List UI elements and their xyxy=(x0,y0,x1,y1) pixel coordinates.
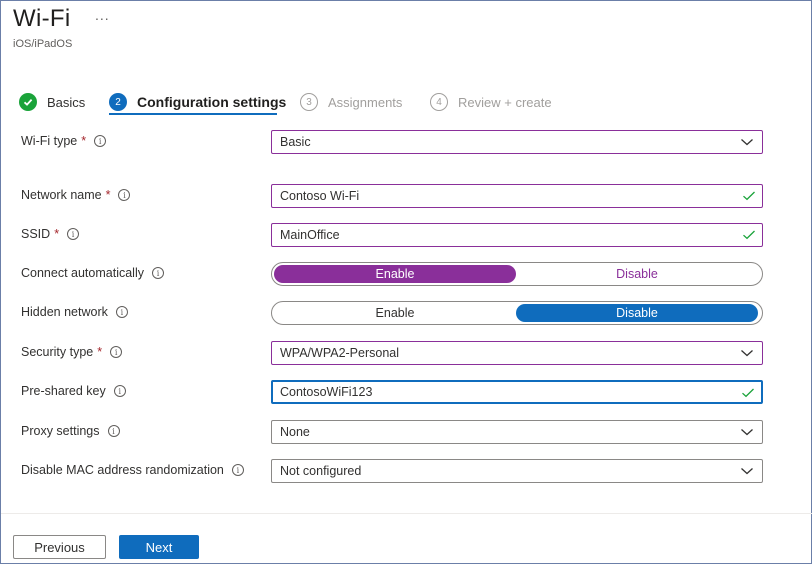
security-type-dropdown[interactable]: WPA/WPA2-Personal xyxy=(271,341,763,365)
ssid-row: SSID * i MainOffice xyxy=(21,223,781,247)
mac-randomization-row: Disable MAC address randomization i Not … xyxy=(21,459,781,483)
wifi-type-label: Wi-Fi type xyxy=(21,134,78,148)
hidden-network-toggle: Enable Disable xyxy=(271,301,763,325)
info-icon[interactable]: i xyxy=(94,135,107,147)
step-label: Assignments xyxy=(328,94,403,110)
info-icon[interactable]: i xyxy=(231,464,244,476)
ssid-label: SSID xyxy=(21,227,51,241)
info-icon[interactable]: i xyxy=(118,189,131,201)
info-icon[interactable]: i xyxy=(115,306,128,318)
mac-randomization-dropdown[interactable]: Not configured xyxy=(271,459,763,483)
valid-check-icon xyxy=(743,191,755,201)
info-icon[interactable]: i xyxy=(151,267,164,279)
enable-option[interactable]: Enable xyxy=(274,304,516,322)
hidden-network-row: Hidden network i Enable Disable xyxy=(21,301,781,325)
step-basics[interactable]: Basics xyxy=(19,89,85,115)
connect-automatically-label: Connect automatically xyxy=(21,266,144,280)
proxy-settings-dropdown[interactable]: None xyxy=(271,420,763,444)
step-configuration-settings[interactable]: 2 Configuration settings xyxy=(109,89,286,115)
network-name-label: Network name xyxy=(21,188,102,202)
connect-automatically-toggle: Enable Disable xyxy=(271,262,763,286)
footer-divider xyxy=(1,513,812,514)
step-label: Basics xyxy=(47,94,86,110)
pre-shared-key-label: Pre-shared key xyxy=(21,384,106,398)
disable-option[interactable]: Disable xyxy=(516,265,758,283)
step-label: Configuration settings xyxy=(137,94,287,110)
chevron-down-icon xyxy=(741,468,753,475)
step-number-badge: 3 xyxy=(300,93,318,111)
security-type-label: Security type xyxy=(21,345,94,359)
valid-check-icon xyxy=(742,388,754,398)
wifi-profile-blade: Wi-Fi ... iOS/iPadOS Basics 2 Configurat… xyxy=(0,0,812,564)
required-marker: * xyxy=(81,134,87,148)
info-icon[interactable]: i xyxy=(67,228,80,240)
required-marker: * xyxy=(97,345,103,359)
page-title: Wi-Fi xyxy=(13,5,71,32)
step-number-badge: 4 xyxy=(430,93,448,111)
step-label: Review + create xyxy=(458,94,552,110)
step-review-create[interactable]: 4 Review + create xyxy=(430,89,552,115)
required-marker: * xyxy=(105,188,111,202)
step-number-badge: 2 xyxy=(109,93,127,111)
mac-randomization-label: Disable MAC address randomization xyxy=(21,463,224,477)
valid-check-icon xyxy=(743,230,755,240)
step-assignments[interactable]: 3 Assignments xyxy=(300,89,402,115)
info-icon[interactable]: i xyxy=(107,425,120,437)
network-name-input[interactable]: Contoso Wi-Fi xyxy=(271,184,763,208)
proxy-settings-row: Proxy settings i None xyxy=(21,420,781,444)
chevron-down-icon xyxy=(741,429,753,436)
info-icon[interactable]: i xyxy=(113,385,126,397)
disable-option[interactable]: Disable xyxy=(516,304,758,322)
pre-shared-key-row: Pre-shared key i ContosoWiFi123 xyxy=(21,380,781,404)
active-step-underline xyxy=(109,113,277,115)
security-type-row: Security type * i WPA/WPA2-Personal xyxy=(21,341,781,365)
pre-shared-key-input[interactable]: ContosoWiFi123 xyxy=(271,380,763,404)
chevron-down-icon xyxy=(741,139,753,146)
enable-option[interactable]: Enable xyxy=(274,265,516,283)
hidden-network-label: Hidden network xyxy=(21,305,108,319)
more-options-button[interactable]: ... xyxy=(95,7,110,23)
wifi-type-dropdown[interactable]: Basic xyxy=(271,130,763,154)
wifi-type-row: Wi-Fi type * i Basic xyxy=(21,130,781,154)
chevron-down-icon xyxy=(741,350,753,357)
previous-button[interactable]: Previous xyxy=(13,535,106,559)
ssid-input[interactable]: MainOffice xyxy=(271,223,763,247)
page-subtitle: iOS/iPadOS xyxy=(13,38,73,50)
next-button[interactable]: Next xyxy=(119,535,199,559)
info-icon[interactable]: i xyxy=(110,346,123,358)
required-marker: * xyxy=(54,227,60,241)
network-name-row: Network name * i Contoso Wi-Fi xyxy=(21,184,781,208)
checkmark-icon xyxy=(19,93,37,111)
proxy-settings-label: Proxy settings xyxy=(21,424,100,438)
connect-automatically-row: Connect automatically i Enable Disable xyxy=(21,262,781,286)
